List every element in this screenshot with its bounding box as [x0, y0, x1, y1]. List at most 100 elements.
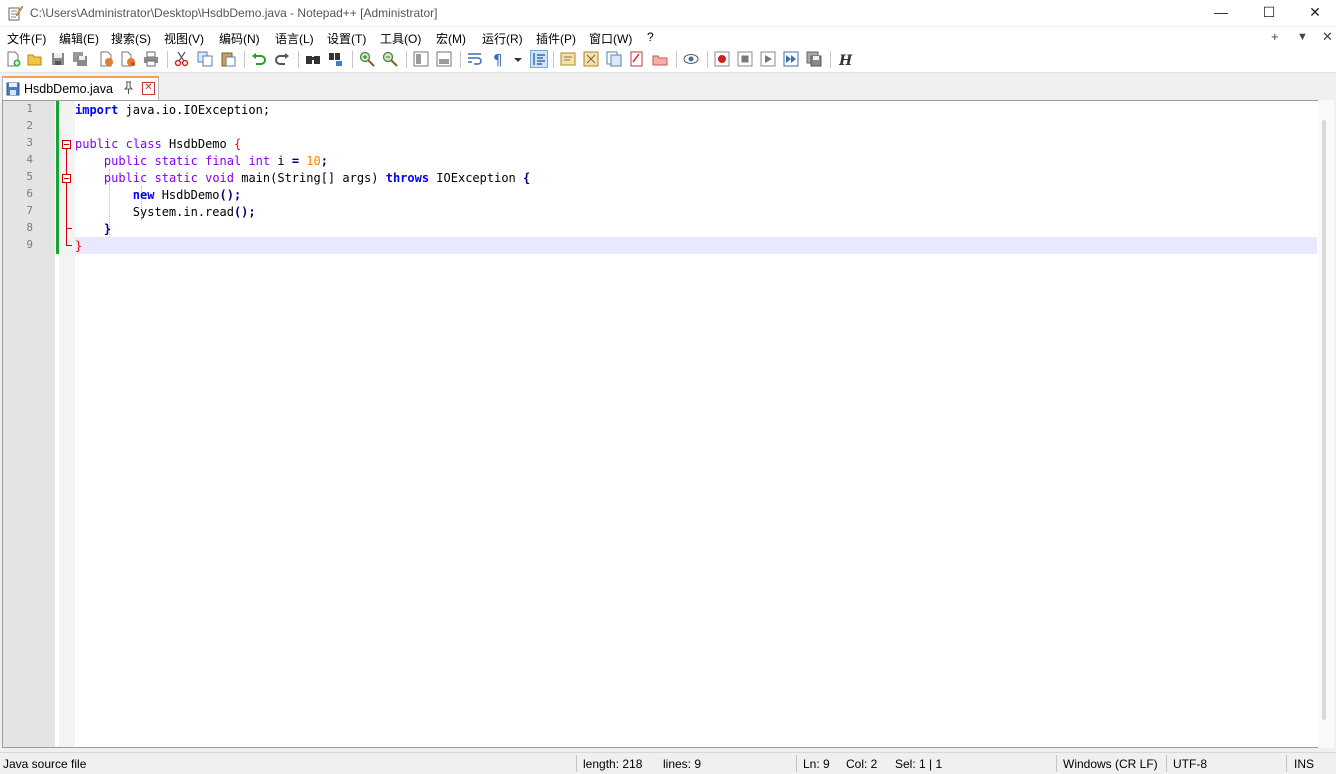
current-line-highlight: [75, 237, 1317, 254]
code-token: java.io.IOException;: [118, 103, 271, 117]
maximize-button[interactable]: ☐: [1246, 0, 1292, 26]
word-wrap-icon[interactable]: [467, 51, 483, 67]
pin-tab-icon[interactable]: [123, 81, 134, 97]
zoom-in-icon[interactable]: [359, 51, 375, 67]
save-macro-icon[interactable]: [806, 51, 822, 67]
menu-edit[interactable]: 编辑(E): [59, 30, 99, 47]
toolbar: ¶ H: [0, 47, 1336, 73]
fold-line: [66, 183, 67, 245]
toolbar-separator: [244, 51, 245, 68]
code-area[interactable]: import java.io.IOException; public class …: [75, 101, 1317, 747]
doc-list-icon[interactable]: [606, 51, 622, 67]
menu-tools[interactable]: 工具(O): [380, 30, 421, 47]
close-document-button[interactable]: ✕: [1322, 29, 1333, 45]
menu-file[interactable]: 文件(F): [7, 30, 46, 47]
code-token: ();: [233, 205, 256, 219]
code-line[interactable]: import java.io.IOException;: [75, 102, 270, 119]
toolbar-separator: [553, 51, 554, 68]
save-all-icon[interactable]: [72, 51, 88, 67]
status-encoding[interactable]: UTF-8: [1173, 757, 1207, 771]
menu-run[interactable]: 运行(R): [482, 30, 523, 47]
code-line[interactable]: }: [75, 238, 82, 255]
code-token: IOException: [429, 171, 523, 185]
fold-margin[interactable]: [59, 101, 75, 747]
code-token: HsdbDemo: [161, 137, 234, 151]
menu-encoding[interactable]: 编码(N): [219, 30, 260, 47]
scrollbar-thumb[interactable]: [1322, 120, 1326, 720]
code-line[interactable]: new HsdbDemo();: [75, 187, 241, 204]
code-line[interactable]: }: [75, 221, 111, 238]
close-icon[interactable]: [98, 51, 114, 67]
menu-settings[interactable]: 设置(T): [327, 30, 366, 47]
play-macro-icon[interactable]: [760, 51, 776, 67]
fold-toggle-class[interactable]: [62, 140, 71, 149]
open-file-icon[interactable]: [27, 51, 43, 67]
doc-map-icon[interactable]: [583, 51, 599, 67]
close-all-icon[interactable]: [120, 51, 136, 67]
toolbar-separator: [460, 51, 461, 68]
code-line[interactable]: public static final int i = 10;: [75, 153, 328, 170]
menu-view[interactable]: 视图(V): [164, 30, 204, 47]
menu-macro[interactable]: 宏(M): [436, 30, 466, 47]
code-token: HsdbDemo: [154, 188, 220, 202]
menu-search[interactable]: 搜索(S): [111, 30, 151, 47]
menu-window[interactable]: 窗口(W): [589, 30, 632, 47]
zoom-out-icon[interactable]: [382, 51, 398, 67]
tab-list-button[interactable]: ▼: [1297, 31, 1308, 43]
line-number: 9: [26, 238, 33, 251]
tab-label: HsdbDemo.java: [24, 82, 113, 96]
indent-guide-icon[interactable]: [530, 50, 548, 68]
save-icon[interactable]: [50, 51, 66, 67]
code-line[interactable]: public static void main(String[] args) t…: [75, 170, 530, 187]
minimize-button[interactable]: —: [1198, 0, 1244, 26]
monitoring-icon[interactable]: [683, 51, 699, 67]
undo-icon[interactable]: [251, 51, 267, 67]
line-number: 3: [26, 136, 33, 149]
cut-icon[interactable]: [174, 51, 190, 67]
show-chars-dropdown-icon[interactable]: [512, 51, 524, 67]
line-number: 4: [26, 153, 33, 166]
status-insert-mode[interactable]: INS: [1294, 757, 1314, 771]
copy-icon[interactable]: [197, 51, 213, 67]
folder-workspace-icon[interactable]: [629, 51, 645, 67]
find-icon[interactable]: [305, 51, 321, 67]
menu-language[interactable]: 语言(L): [275, 30, 314, 47]
menu-help[interactable]: ?: [647, 30, 654, 44]
menu-plugins[interactable]: 插件(P): [536, 30, 576, 47]
tab-bar: HsdbDemo.java ✕: [0, 73, 1336, 100]
status-eol[interactable]: Windows (CR LF): [1063, 757, 1158, 771]
status-file-type: Java source file: [3, 757, 87, 771]
paste-icon[interactable]: [220, 51, 236, 67]
stop-record-icon[interactable]: [737, 51, 753, 67]
new-file-icon[interactable]: [5, 51, 21, 67]
function-panel-icon[interactable]: [652, 51, 668, 67]
code-token: }: [75, 239, 83, 253]
close-window-button[interactable]: ✕: [1292, 0, 1336, 26]
code-token: {: [523, 171, 531, 185]
fold-toggle-method[interactable]: [62, 174, 71, 183]
print-icon[interactable]: [143, 51, 159, 67]
close-tab-icon[interactable]: ✕: [142, 82, 155, 95]
tab-hsdbdemo-java[interactable]: HsdbDemo.java ✕: [2, 76, 159, 100]
hex-icon[interactable]: H: [837, 51, 853, 67]
run-macro-multiple-icon[interactable]: [783, 51, 799, 67]
show-all-chars-icon[interactable]: ¶: [490, 51, 506, 67]
sync-horizontal-icon[interactable]: [436, 51, 452, 67]
code-line[interactable]: System.in.read();: [75, 204, 256, 221]
vertical-scrollbar[interactable]: [1318, 100, 1334, 748]
editor-pane[interactable]: 1 2 3 4 5 6 7 8 9 import java.io.IOExcep…: [2, 100, 1334, 748]
code-token: i: [270, 154, 292, 168]
replace-icon[interactable]: [328, 51, 344, 67]
function-list-icon[interactable]: [560, 51, 576, 67]
redo-icon[interactable]: [274, 51, 290, 67]
code-token: final: [205, 154, 242, 168]
code-line[interactable]: public class HsdbDemo {: [75, 136, 241, 153]
record-macro-icon[interactable]: [714, 51, 730, 67]
status-separator: [1166, 755, 1167, 772]
sync-vertical-icon[interactable]: [413, 51, 429, 67]
new-tab-button[interactable]: +: [1271, 29, 1279, 44]
